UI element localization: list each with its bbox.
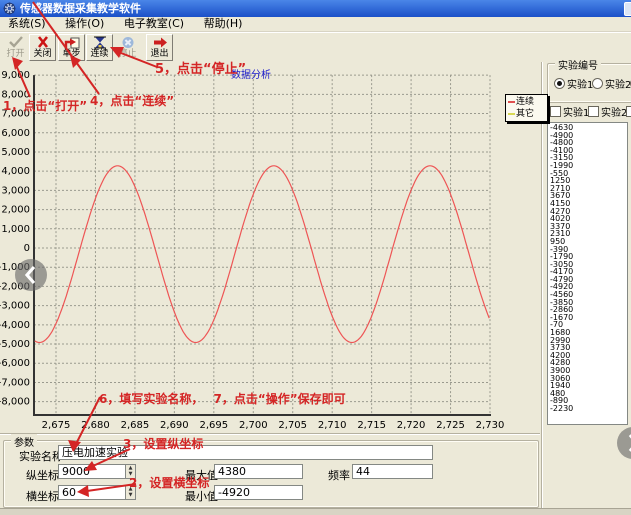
checkbox-icon [550, 106, 561, 117]
svg-text:2,725: 2,725 [436, 420, 465, 431]
x-axis-label: 横坐标 [26, 488, 59, 504]
experiment-name-input[interactable]: 压电加速实验 [58, 445, 433, 460]
svg-text:5,000: 5,000 [1, 147, 30, 158]
svg-text:2,715: 2,715 [357, 420, 386, 431]
svg-text:2,685: 2,685 [121, 420, 150, 431]
svg-text:9,000: 9,000 [1, 70, 30, 81]
svg-text:2,710: 2,710 [318, 420, 347, 431]
svg-text:2,675: 2,675 [42, 420, 71, 431]
sample-value-list[interactable]: -4630-4900-4800-4100-3150-1990-550125027… [547, 122, 628, 425]
checkbox-experiment-3[interactable]: 实验3 [626, 104, 631, 119]
window-title: 传感器数据采集教学软件 [20, 0, 141, 17]
close-button[interactable]: 关闭 [29, 34, 56, 61]
gear-icon [3, 2, 16, 15]
title-bar: 传感器数据采集教学软件 [0, 0, 631, 17]
svg-text:2,705: 2,705 [278, 420, 307, 431]
radio-experiment-2[interactable]: 实验2 [592, 76, 631, 91]
y-axis-input[interactable]: 9000 [58, 464, 126, 479]
svg-text:4,000: 4,000 [1, 166, 30, 177]
chevron-left-icon [15, 259, 47, 291]
menu-help[interactable]: 帮助(H) [196, 17, 251, 31]
chart-legend: 连续 其它 [505, 94, 548, 122]
stop-circle-icon [115, 36, 140, 49]
svg-text:-6,000: -6,000 [0, 358, 30, 369]
svg-text:2,720: 2,720 [397, 420, 426, 431]
svg-text:-8,000: -8,000 [0, 397, 30, 408]
annotation-step1: 1，点击“打开” [3, 97, 87, 114]
svg-text:2,680: 2,680 [81, 420, 110, 431]
continuous-button[interactable]: 连续 [86, 34, 113, 61]
svg-text:3,000: 3,000 [1, 185, 30, 196]
radio-icon [592, 78, 603, 89]
hourglass-icon [87, 36, 112, 49]
svg-text:6,000: 6,000 [1, 128, 30, 139]
legend-item-other: 其它 [506, 108, 547, 120]
group-title: 实验编号 [555, 57, 601, 72]
annotation-step3: 3，设置纵坐标 [123, 435, 203, 452]
checkbox-experiment-1[interactable]: 实验1 [550, 104, 589, 119]
frequency-input[interactable]: 44 [352, 464, 433, 479]
open-button[interactable]: 打开 [2, 34, 29, 61]
window-bottom-edge [0, 508, 631, 515]
legend-line-icon [508, 113, 515, 115]
svg-text:2,700: 2,700 [239, 420, 268, 431]
chevron-right-icon [617, 427, 631, 459]
experiment-number-group: 实验编号 实验1 实验2 实验3 [547, 63, 631, 103]
menu-operate[interactable]: 操作(O) [57, 17, 112, 31]
open-check-icon [3, 36, 28, 49]
legend-line-icon [508, 101, 515, 103]
svg-text:0: 0 [24, 243, 30, 254]
radio-experiment-1[interactable]: 实验1 [554, 76, 593, 91]
experiment-name-label: 实验名称 [19, 448, 63, 464]
y-axis-label: 纵坐标 [26, 467, 59, 483]
menu-system[interactable]: 系统(S) [0, 17, 54, 31]
annotation-step2: 2，设置横坐标 [129, 474, 209, 491]
single-step-button[interactable]: 单步 [58, 34, 85, 61]
checkbox-icon [588, 106, 599, 117]
svg-text:-4,000: -4,000 [0, 320, 30, 331]
annotation-step5: 5，点击“停止” [155, 58, 246, 77]
menu-eclassroom[interactable]: 电子教室(C) [116, 17, 192, 31]
toolbar: 打开 关闭 单步 [0, 32, 631, 63]
svg-text:2,000: 2,000 [1, 205, 30, 216]
svg-text:1,000: 1,000 [1, 224, 30, 235]
svg-text:2,730: 2,730 [476, 420, 505, 431]
legend-item-continuous: 连续 [506, 96, 547, 108]
step-arrow-icon [59, 36, 84, 49]
nav-previous-button[interactable] [15, 259, 47, 291]
max-value-input[interactable]: 4380 [214, 464, 303, 479]
frequency-label: 频率 [328, 467, 350, 483]
close-x-icon [30, 36, 55, 49]
svg-text:2,690: 2,690 [160, 420, 189, 431]
app-window: 传感器数据采集教学软件 系统(S) 操作(O) 电子教室(C) 帮助(H) 打开… [0, 0, 631, 515]
svg-text:-7,000: -7,000 [0, 377, 30, 388]
exit-button[interactable]: 退出 [146, 34, 173, 61]
x-axis-input[interactable]: 60 [58, 485, 126, 500]
waveform-chart: 9,0008,0007,0006,0005,0004,0003,0002,000… [0, 62, 540, 437]
radio-icon [554, 78, 565, 89]
svg-text:2,695: 2,695 [199, 420, 228, 431]
list-item[interactable]: -2230 [550, 405, 627, 413]
window-control-button[interactable] [624, 2, 631, 16]
exit-arrow-icon [147, 36, 172, 49]
stop-button[interactable]: 停止 [114, 34, 141, 61]
svg-text:-5,000: -5,000 [0, 339, 30, 350]
checkbox-experiment-2[interactable]: 实验2 [588, 104, 627, 119]
menu-bar: 系统(S) 操作(O) 电子教室(C) 帮助(H) [0, 17, 631, 32]
min-value-input[interactable]: -4920 [214, 485, 303, 500]
checkbox-icon [626, 106, 631, 117]
nav-next-button[interactable] [617, 427, 631, 459]
svg-text:-3,000: -3,000 [0, 301, 30, 312]
params-group: 参数 实验名称 压电加速实验 纵坐标 9000 ▲▼ 横坐标 60 ▲▼ 最大值… [3, 440, 539, 508]
annotation-step6-7: 6，填写实验名称， 7，点击“操作”保存即可 [99, 390, 346, 407]
annotation-step4: 4，点击“连续” [90, 92, 174, 109]
